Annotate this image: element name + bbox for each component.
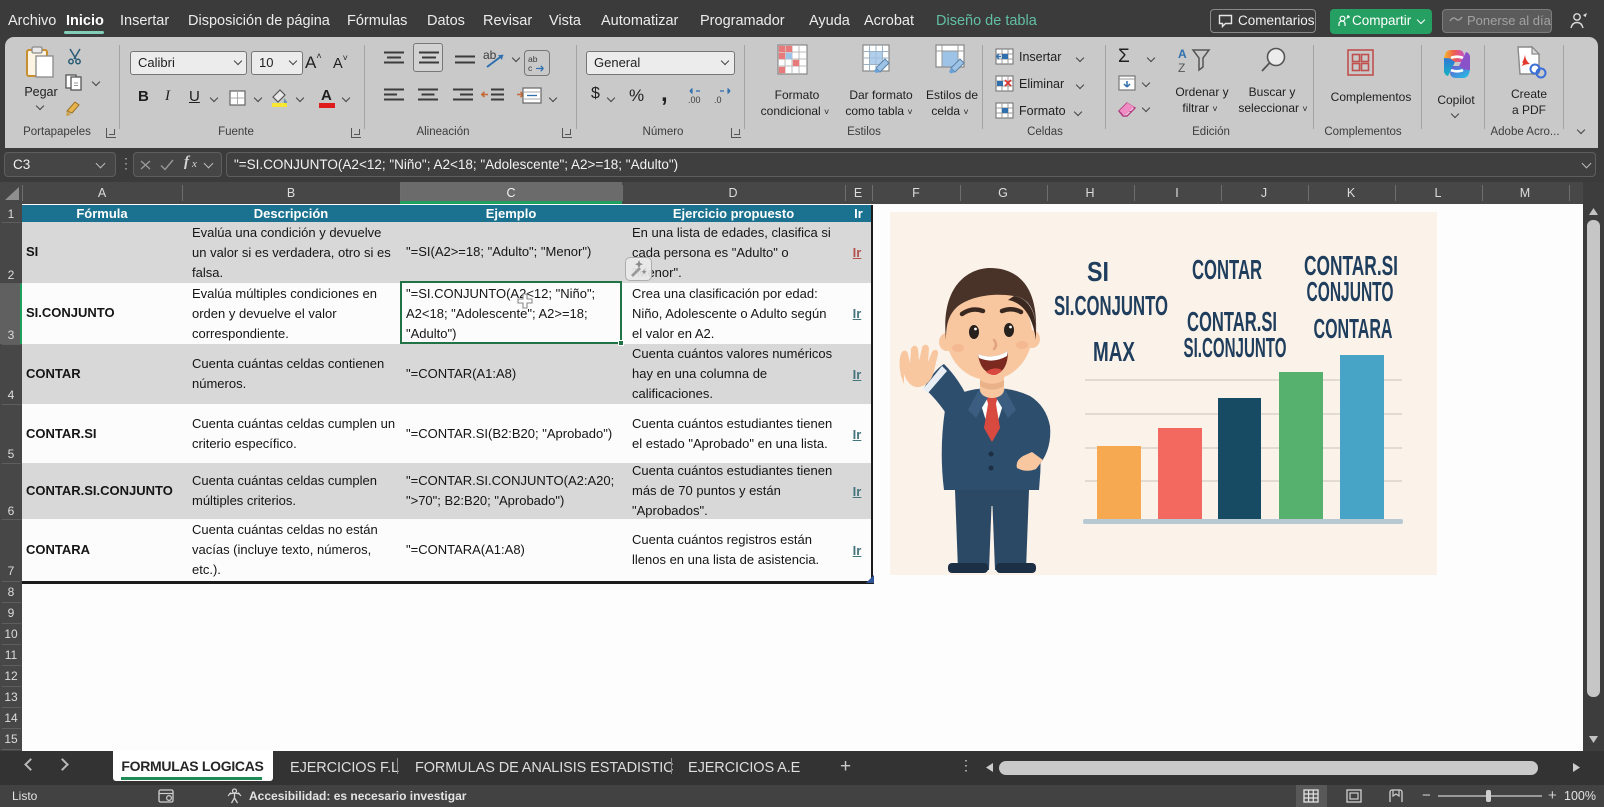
svg-text:SI: SI [1087, 256, 1109, 287]
svg-text:CONTARA: CONTARA [1314, 313, 1393, 344]
svg-text:ab: ab [483, 48, 497, 62]
svg-text:.0: .0 [714, 95, 722, 105]
svg-text:SI.CONJUNTO: SI.CONJUNTO [1054, 290, 1168, 321]
svg-text:A: A [1178, 47, 1187, 61]
svg-text:SI.CONJUNTO: SI.CONJUNTO [1184, 332, 1287, 363]
svg-text:c: c [528, 63, 533, 73]
svg-text:Z: Z [1178, 61, 1185, 74]
svg-text:MAX: MAX [1093, 336, 1135, 367]
svg-text:CONTAR: CONTAR [1192, 254, 1262, 285]
svg-text:.00: .00 [688, 95, 701, 105]
svg-text:CONJUNTO: CONJUNTO [1307, 276, 1394, 307]
